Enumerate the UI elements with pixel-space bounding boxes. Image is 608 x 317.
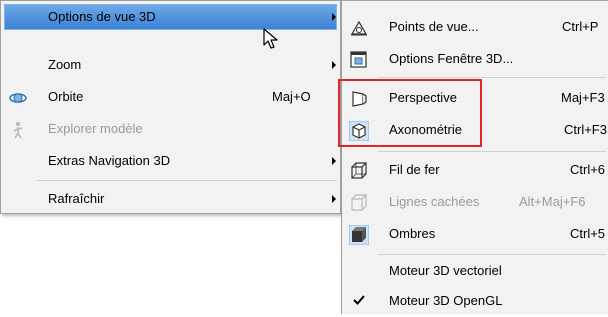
submenu-arrow-icon (332, 61, 336, 69)
shading-icon (349, 225, 369, 245)
menu-item-orbite[interactable]: Orbite Maj+O (1, 81, 340, 113)
menu-item-label: Rafraîchir (48, 191, 105, 206)
menu-item-shortcut: Maj+O (272, 89, 311, 104)
menu-item-shortcut: Maj+F3 (561, 90, 605, 105)
menu-item-extras-navigation-3d[interactable]: Extras Navigation 3D (1, 145, 340, 177)
menu-item-fil-de-fer[interactable]: Fil de fer Ctrl+6 (342, 154, 607, 186)
menu-item-shortcut: Ctrl+6 (570, 162, 606, 177)
menu-item-lignes-cachees[interactable]: Lignes cachées Alt+Maj+F6 (342, 186, 607, 218)
window-options-icon (350, 51, 367, 68)
menu-item-label: Ombres (389, 226, 436, 241)
menu-item-moteur-3d-vectoriel[interactable]: Moteur 3D vectoriel (342, 255, 607, 287)
orbit-icon (9, 93, 27, 103)
menu-item-label: Orbite (48, 89, 84, 104)
menu-item-zoom[interactable]: Zoom (1, 49, 340, 81)
menu-item-explorer-modele[interactable]: Explorer modèle (1, 113, 340, 145)
menu-item-label: Points de vue... (389, 19, 479, 34)
annotation-highlight-box (338, 79, 482, 147)
menu-item-rafraichir[interactable]: Rafraîchir (1, 183, 340, 215)
menu-item-options-vue-3d[interactable]: Options de vue 3D (1, 1, 340, 33)
menu-item-label: Moteur 3D OpenGL (389, 293, 503, 308)
submenu-arrow-icon (332, 195, 336, 203)
menu-item-shortcut: Ctrl+F3 (564, 122, 607, 137)
submenu-options-vue-3d: Points de vue... Ctrl+P Options Fenêtre … (341, 0, 608, 314)
menu-item-options-fenetre-3d[interactable]: Options Fenêtre 3D... (342, 43, 607, 75)
main-menu: Options de vue 3D Zoom Orbite Maj+O Expl… (0, 0, 341, 214)
menu-item-label: Zoom (48, 57, 82, 72)
menu-item-points-de-vue[interactable]: Points de vue... Ctrl+P (342, 11, 607, 43)
menu-item-label: Fil de fer (389, 162, 440, 177)
explore-icon (13, 122, 23, 139)
menu-item-moteur-3d-opengl[interactable]: Moteur 3D OpenGL (342, 285, 607, 317)
menu-item-label: Moteur 3D vectoriel (389, 263, 502, 278)
menu-item-label: Lignes cachées (389, 194, 480, 209)
menu-item-shortcut: Alt+Maj+F6 (519, 194, 586, 209)
menu-item-label: Extras Navigation 3D (48, 153, 171, 168)
menu-item-shortcut: Ctrl+P (562, 19, 599, 34)
mouse-cursor-icon (263, 28, 278, 49)
menu-separator (378, 77, 606, 78)
menu-item-label: Options Fenêtre 3D... (389, 51, 514, 66)
submenu-arrow-icon (332, 157, 336, 165)
menu-item-label: Explorer modèle (48, 121, 143, 136)
checkmark-icon (353, 295, 365, 305)
menu-separator (37, 180, 337, 181)
menu-item-label: Options de vue 3D (48, 9, 156, 24)
submenu-arrow-icon (332, 13, 336, 21)
hidden-lines-icon (351, 194, 367, 211)
menu-item-shortcut: Ctrl+5 (570, 226, 606, 241)
menu-item-ombres[interactable]: Ombres Ctrl+5 (342, 218, 607, 250)
viewpoints-icon (350, 20, 368, 36)
wireframe-icon (351, 162, 367, 179)
menu-separator (378, 151, 606, 152)
